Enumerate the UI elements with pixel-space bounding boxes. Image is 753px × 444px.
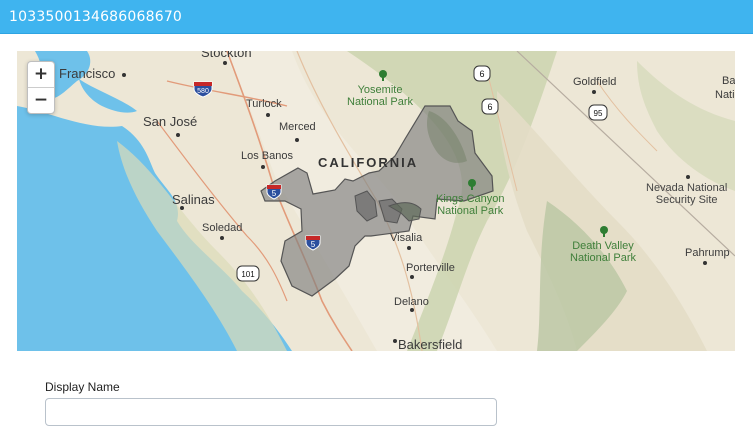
us-95-shield: 95 <box>588 104 608 121</box>
map-label-merced: Merced <box>279 121 316 133</box>
svg-text:5: 5 <box>311 240 316 249</box>
map-label-turlock: Turlock <box>246 98 282 110</box>
map-label-bakersfield: Bakersfield <box>398 337 463 351</box>
svg-text:5: 5 <box>272 189 277 198</box>
map-label-san-jose: San José <box>143 114 198 129</box>
us-101-shield: 101 <box>236 265 260 282</box>
map-label-delano: Delano <box>394 296 429 308</box>
map-label-yosemite: Yosemite National Park <box>347 84 414 108</box>
zoom-control: + − <box>27 61 55 114</box>
display-name-input[interactable] <box>45 398 497 426</box>
map-label-kings-canyon: Kings Canyon National Park <box>436 193 505 217</box>
zoom-out-button[interactable]: − <box>28 88 54 113</box>
map-label-soledad: Soledad <box>202 222 243 234</box>
zoom-in-button[interactable]: + <box>28 62 54 88</box>
map-label-goldfield: Goldfield <box>573 76 617 88</box>
title-bar: 1033500134686068670 <box>0 0 753 34</box>
map-label-nati: Nati <box>715 89 735 101</box>
svg-text:101: 101 <box>241 270 255 279</box>
map-label-california: CALIFORNIA <box>318 155 419 170</box>
svg-text:6: 6 <box>479 69 484 79</box>
us-6-shield: 6 <box>481 98 499 115</box>
svg-text:580: 580 <box>197 88 209 95</box>
map-label-visalia: Visalia <box>390 232 423 244</box>
map-label-porterville: Porterville <box>406 262 455 274</box>
map-label-nevada-security-site: Nevada National Security Site <box>646 182 728 206</box>
svg-text:6: 6 <box>487 102 492 112</box>
map-label-stockton: Stockton <box>201 51 252 60</box>
map-label-pahrump: Pahrump <box>685 247 730 259</box>
display-name-label: Display Name <box>45 380 120 394</box>
interstate-5-shield: 5 <box>266 184 282 200</box>
map-label-los-banos: Los Banos <box>241 150 293 162</box>
interstate-580-shield: 580 <box>193 81 213 98</box>
interstate-5-shield: 5 <box>305 235 321 251</box>
window-title: 1033500134686068670 <box>9 9 183 25</box>
map-view[interactable]: 580 5 5 101 6 6 95 Stockton Francisco Tu… <box>17 51 735 351</box>
us-6-shield: 6 <box>473 65 491 82</box>
map-label-ba: Ba <box>722 75 735 87</box>
svg-text:95: 95 <box>594 109 603 118</box>
map-label-salinas: Salinas <box>172 192 215 207</box>
map-label-francisco: Francisco <box>59 66 116 81</box>
map-label-death-valley: Death Valley National Park <box>570 240 637 264</box>
